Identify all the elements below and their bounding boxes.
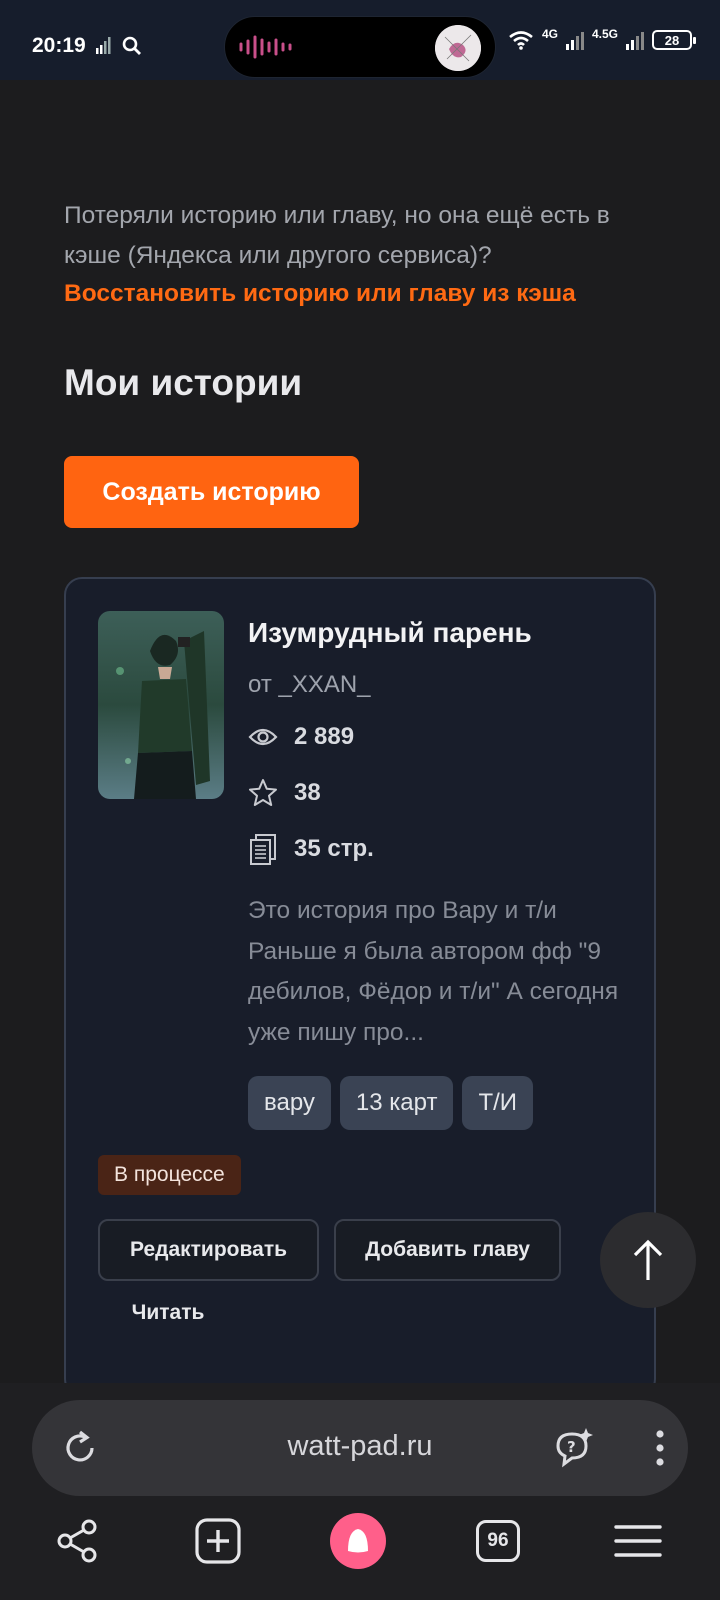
plus-square-icon bbox=[195, 1518, 241, 1564]
browser-toolbar: watt-pad.ru ? 96 bbox=[0, 1383, 720, 1600]
search-icon bbox=[122, 36, 141, 55]
status-badge: В процессе bbox=[98, 1155, 241, 1195]
audio-wave-icon bbox=[239, 35, 292, 59]
network-label-1: 4G bbox=[541, 27, 558, 41]
cache-notice-text: Потеряли историю или главу, но она ещё е… bbox=[64, 202, 610, 269]
svg-text:?: ? bbox=[567, 1438, 576, 1456]
views-count: 2 889 bbox=[294, 723, 355, 750]
story-description: Это история про Вару и т/и Раньше я была… bbox=[248, 897, 619, 1046]
menu-button[interactable] bbox=[608, 1511, 668, 1571]
pages-count: 35 стр. bbox=[294, 835, 374, 862]
pages-icon bbox=[250, 834, 276, 865]
story-card: Изумрудный парень от _XXAN_ 2 889 38 35 … bbox=[64, 577, 656, 1397]
battery-level: 28 bbox=[664, 32, 680, 48]
share-icon bbox=[57, 1519, 97, 1563]
tag[interactable]: Т/И bbox=[462, 1076, 534, 1130]
tag[interactable]: 13 карт bbox=[339, 1076, 454, 1130]
signal-icon-1 bbox=[565, 32, 584, 50]
eye-icon bbox=[248, 728, 278, 746]
signal-icon-2 bbox=[626, 32, 644, 50]
edit-button[interactable]: Редактировать bbox=[98, 1219, 319, 1281]
stars-count: 38 bbox=[294, 779, 321, 806]
new-tab-button[interactable] bbox=[188, 1511, 248, 1571]
story-author[interactable]: от _XXAN_ bbox=[248, 671, 371, 699]
story-cover-image[interactable] bbox=[98, 611, 224, 799]
status-time: 20:19 bbox=[32, 34, 86, 57]
create-story-button[interactable]: Создать историю bbox=[64, 456, 359, 528]
more-menu-icon[interactable] bbox=[654, 1428, 666, 1468]
alice-assistant-button[interactable] bbox=[328, 1511, 388, 1571]
story-title[interactable]: Изумрудный парень bbox=[248, 617, 532, 649]
alice-icon bbox=[330, 1513, 386, 1569]
tag[interactable]: вару bbox=[248, 1076, 331, 1130]
tabs-count: 96 bbox=[476, 1520, 520, 1562]
wifi-icon bbox=[509, 31, 533, 50]
tabs-button[interactable]: 96 bbox=[468, 1511, 528, 1571]
star-icon bbox=[249, 779, 277, 806]
tag-list: вару 13 карт Т/И bbox=[248, 1076, 534, 1130]
bottom-navigation: 96 bbox=[0, 1505, 720, 1595]
network-label-2: 4.5G bbox=[591, 27, 618, 41]
arrow-up-icon bbox=[633, 1239, 663, 1280]
restore-from-cache-link[interactable]: Восстановить историю или главу из кэша bbox=[64, 274, 576, 314]
status-icons: 4G 4.5G 28 bbox=[508, 27, 696, 50]
hamburger-icon bbox=[614, 1525, 662, 1557]
share-button[interactable] bbox=[48, 1511, 108, 1571]
add-chapter-button[interactable]: Добавить главу bbox=[334, 1219, 561, 1281]
pages-stat: 35 стр. bbox=[248, 833, 374, 865]
views-stat: 2 889 bbox=[248, 723, 354, 751]
read-button[interactable]: Читать bbox=[98, 1283, 238, 1343]
battery-icon: 28 bbox=[652, 30, 696, 50]
dynamic-island[interactable] bbox=[224, 16, 496, 78]
media-artwork bbox=[435, 25, 481, 71]
signal-question-icon bbox=[96, 37, 111, 54]
stars-stat: 38 bbox=[248, 778, 321, 808]
scroll-to-top-button[interactable] bbox=[600, 1212, 696, 1308]
status-bar: 20:19 4G 4.5G 28 bbox=[0, 0, 720, 80]
address-bar[interactable]: watt-pad.ru ? bbox=[32, 1400, 688, 1496]
ai-assistant-icon[interactable]: ? bbox=[548, 1424, 596, 1472]
page-title: Мои истории bbox=[64, 362, 303, 403]
